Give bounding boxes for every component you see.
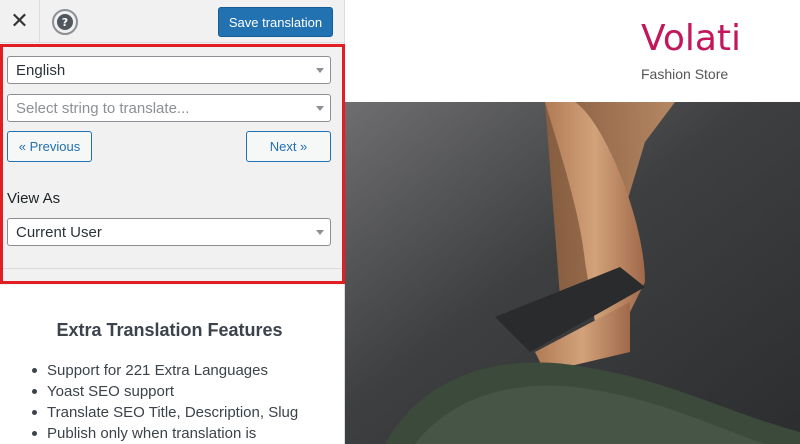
list-item: Support for 221 Extra Languages [31,360,298,381]
list-item: Translate SEO Title, Description, Slug [31,404,299,421]
hero-photo [345,102,800,444]
previous-button[interactable]: « Previous [7,131,92,162]
next-button[interactable]: Next » [246,131,331,162]
language-select-value: English [16,61,66,79]
list-item: Yoast SEO support [31,381,298,402]
translation-sidebar: ✕ ? Save translation English Select stri… [0,0,345,444]
hero-image [345,102,800,444]
features-title: Extra Translation Features [56,320,283,340]
chevron-down-icon [316,106,324,111]
close-icon[interactable]: ✕ [0,0,40,43]
save-translation-button[interactable]: Save translation [218,7,333,37]
help-icon[interactable]: ? [52,9,78,35]
site-brand[interactable]: Volati [641,18,741,59]
site-tagline: Fashion Store [641,66,729,82]
language-select[interactable]: English [7,56,331,84]
string-select[interactable]: Select string to translate... [7,94,331,122]
sidebar-topbar: ✕ ? Save translation [0,0,344,43]
chevron-down-icon [316,230,324,235]
view-as-select[interactable]: Current User [7,218,331,246]
site-preview: Volati Fashion Store [345,0,800,444]
list-item: Publish only when translation is [31,423,298,444]
view-as-select-value: Current User [16,223,102,241]
features-list: Support for 221 Extra Languages Yoast SE… [31,360,299,444]
chevron-down-icon [316,68,324,73]
string-select-placeholder: Select string to translate... [16,99,190,117]
view-as-label: View As [7,190,61,207]
help-glyph: ? [57,14,73,30]
